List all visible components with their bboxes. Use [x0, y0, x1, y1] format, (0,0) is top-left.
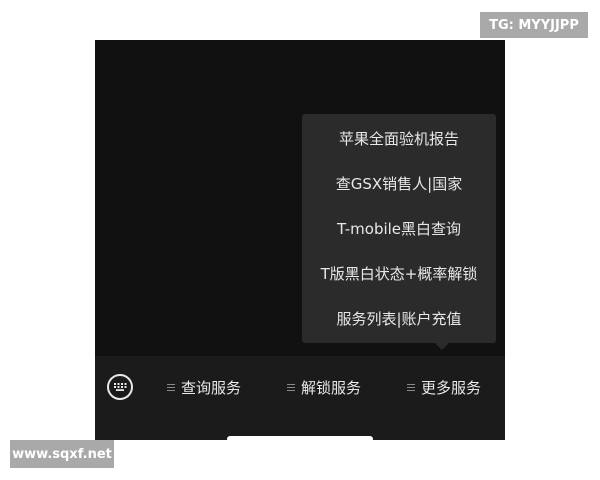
menu-lines-icon — [287, 383, 295, 391]
tab-label: 查询服务 — [181, 378, 242, 397]
home-indicator — [227, 436, 373, 440]
bottom-menu-bar: 查询服务 解锁服务 更多服务 — [95, 356, 505, 440]
menu-item-full-inspection-report[interactable]: 苹果全面验机报告 — [302, 116, 496, 161]
phone-screen: 苹果全面验机报告 查GSX销售人|国家 T-mobile黑白查询 T版黑白状态+… — [95, 40, 505, 440]
menu-lines-icon — [167, 383, 175, 391]
tab-more-services[interactable]: 更多服务 — [407, 374, 481, 400]
menu-item-tmobile-blacklist-check[interactable]: T-mobile黑白查询 — [302, 206, 496, 251]
more-services-popup-menu: 苹果全面验机报告 查GSX销售人|国家 T-mobile黑白查询 T版黑白状态+… — [302, 114, 496, 343]
menu-lines-icon — [407, 383, 415, 391]
popup-caret — [435, 343, 449, 350]
watermark-bottom: www.sqxf.net — [10, 440, 114, 468]
tab-label: 更多服务 — [421, 378, 482, 397]
watermark-top: TG: MYYJJPP — [480, 12, 588, 38]
keyboard-icon[interactable] — [107, 374, 133, 400]
tab-unlock-services[interactable]: 解锁服务 — [287, 374, 361, 400]
menu-item-gsx-seller-country[interactable]: 查GSX销售人|国家 — [302, 161, 496, 206]
tab-query-services[interactable]: 查询服务 — [167, 374, 241, 400]
menu-item-service-list-recharge[interactable]: 服务列表|账户充值 — [302, 296, 496, 341]
menu-item-t-version-status-unlock[interactable]: T版黑白状态+概率解锁 — [302, 251, 496, 296]
tab-label: 解锁服务 — [301, 378, 362, 397]
